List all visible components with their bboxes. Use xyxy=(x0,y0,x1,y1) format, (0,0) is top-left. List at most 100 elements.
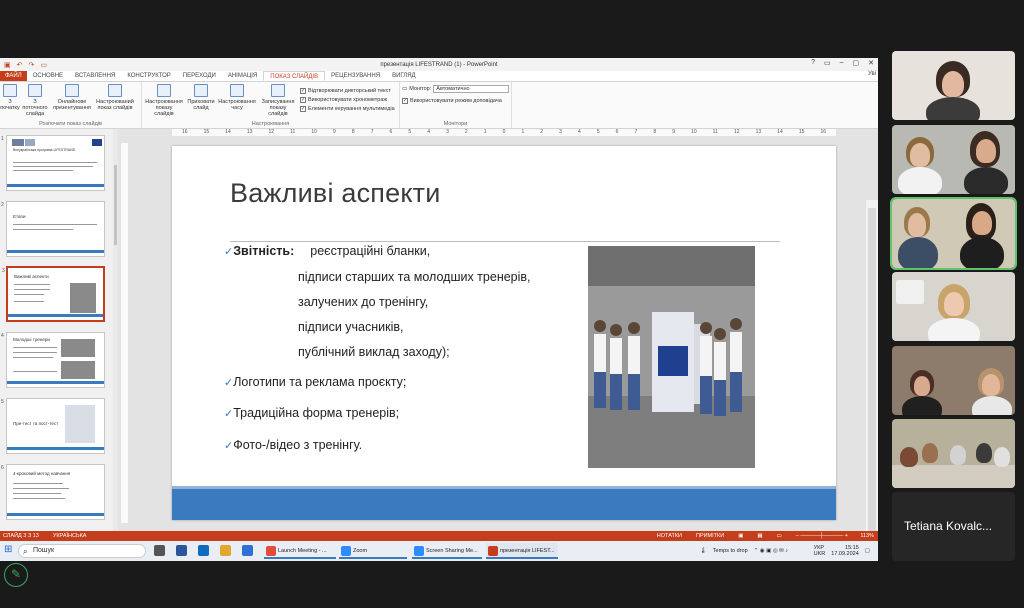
sub-line[interactable]: залучених до тренінгу, xyxy=(298,295,428,309)
tab-animations[interactable]: АНІМАЦІЯ xyxy=(222,71,263,81)
notes-button[interactable]: НОТАТКИ xyxy=(657,533,682,539)
video-tile[interactable] xyxy=(892,51,1015,120)
media-controls-checkbox[interactable]: ✓ Елементи керування мультимедіа xyxy=(300,104,395,113)
tab-home[interactable]: ОСНОВНЕ xyxy=(27,71,69,81)
slide-canvas[interactable]: Важливі аспекти ✓Звітність: реєстраційні … xyxy=(172,146,836,520)
checkmark-icon: ✓ xyxy=(224,408,234,420)
notification-icon[interactable]: ▢ xyxy=(865,548,870,554)
ruler-tick: 12 xyxy=(268,129,275,135)
slide-thumbnail[interactable]: 4 Молодші тренери xyxy=(1,332,105,388)
slide-thumbnail[interactable]: 5 Пре-тест та пост-тест xyxy=(1,398,105,454)
taskbar-search[interactable]: ⌕ Пошук xyxy=(18,544,146,558)
video-tile[interactable] xyxy=(892,419,1015,488)
narrations-checkbox[interactable]: ✓ Відтворювати дикторський текст xyxy=(300,86,395,95)
taskbar-app-powerpoint[interactable]: презентація LIFEST... xyxy=(486,543,558,559)
tray-icons[interactable]: ⌃ ◉ ▣ ◎ ✉ ♪ xyxy=(754,548,808,554)
clock[interactable]: 15:15 17.09.2024 xyxy=(831,545,859,557)
eu-flag-image xyxy=(92,139,102,146)
weather-icon: 🌡 xyxy=(699,548,707,554)
tab-design[interactable]: КОНСТРУКТОР xyxy=(121,71,176,81)
tab-file[interactable]: ФАЙЛ xyxy=(0,71,27,81)
comments-button[interactable]: ПРИМІТКИ xyxy=(696,533,724,539)
user-account[interactable]: Уві xyxy=(868,71,876,77)
ruler-tick: 15 xyxy=(203,129,210,135)
check-icon: ✓ xyxy=(300,87,306,94)
video-tile[interactable] xyxy=(892,272,1015,341)
gallery-divider[interactable] xyxy=(878,58,884,561)
pen-annotate-icon[interactable]: ✎ xyxy=(4,563,28,587)
video-tile-active-speaker[interactable] xyxy=(890,197,1017,270)
tab-slideshow[interactable]: ПОКАЗ СЛАЙДІВ xyxy=(263,71,326,81)
bullet-uniform[interactable]: ✓Традиційна форма тренерів; xyxy=(224,406,399,420)
participant-name-tile[interactable]: Tetiana Kovalc... xyxy=(892,492,1015,561)
tab-view[interactable]: ВИГЛЯД xyxy=(386,71,422,81)
ruler-tick: 5 xyxy=(596,129,600,135)
normal-view-icon[interactable]: ▣ xyxy=(738,533,743,539)
edge-icon[interactable] xyxy=(242,545,253,556)
checkmark-icon: ✓ xyxy=(224,440,234,452)
play-icon xyxy=(3,84,17,97)
sub-line[interactable]: публічний виклад заходу); xyxy=(298,345,450,359)
reading-view-icon[interactable]: ▭ xyxy=(777,533,782,539)
bullet-reporting[interactable]: ✓Звітність: реєстраційні бланки, xyxy=(224,244,430,258)
group-photo[interactable] xyxy=(588,246,755,468)
slide-title[interactable]: Важливі аспекти xyxy=(230,178,440,209)
language-indicator[interactable]: УКРАЇНСЬКА xyxy=(53,533,87,539)
photo-image xyxy=(61,339,95,357)
slide-thumbnail[interactable]: 6 4-кроковий метод навчання xyxy=(1,464,105,520)
monitor-select[interactable]: ▭ Монітор: Автоматично xyxy=(402,84,509,94)
taskbar-app-chrome[interactable]: Launch Meeting - ... xyxy=(264,543,336,559)
logo-image xyxy=(25,139,35,146)
weather-text[interactable]: Temps to drop xyxy=(713,548,748,554)
windows-taskbar: ⊞ ⌕ Пошук Launch Meeting - ... Zoom Scree… xyxy=(0,541,878,561)
ruler-tick: 1 xyxy=(483,129,487,135)
monitor-dropdown[interactable]: Автоматично xyxy=(433,85,509,93)
maximize-button[interactable]: ▢ xyxy=(853,59,860,67)
input-language[interactable]: УКР UKR xyxy=(814,545,826,557)
ruler-tick: 11 xyxy=(712,129,718,135)
ribbon-group-start: З початку З поточного слайда Онлайнове п… xyxy=(0,82,142,128)
timings-checkbox[interactable]: ✓ Використовувати хронометраж xyxy=(300,95,395,104)
ruler-tick: 9 xyxy=(333,129,336,135)
slide-thumbnail-selected[interactable]: 3 Важливі аспекти xyxy=(2,266,105,322)
check-icon: ✓ xyxy=(402,97,408,104)
folder-icon[interactable] xyxy=(220,545,231,556)
zoom-level[interactable]: 113% xyxy=(860,533,874,539)
ruler-tick: 4 xyxy=(577,129,581,135)
group-label: Монітори xyxy=(443,121,468,127)
sorter-view-icon[interactable]: ▦ xyxy=(757,533,762,539)
status-bar: СЛАЙД 3 З 13 УКРАЇНСЬКА НОТАТКИ ПРИМІТКИ… xyxy=(0,531,878,541)
bullet-photo-video[interactable]: ✓Фото-/відео з тренінгу. xyxy=(224,438,362,452)
ruler-tick: 13 xyxy=(246,129,253,135)
slide-scrollbar[interactable] xyxy=(866,200,878,561)
presenter-view-checkbox[interactable]: ✓ Використовувати режим доповідача xyxy=(402,96,509,105)
ruler-tick: 16 xyxy=(820,129,826,135)
slide-counter[interactable]: СЛАЙД 3 З 13 xyxy=(3,533,39,539)
thumbnails-scrollbar[interactable] xyxy=(113,129,118,531)
slide-thumbnail[interactable]: 1 Всеукраїнська програма LIFESTRAND xyxy=(1,135,105,191)
taskbar-app-screen-sharing[interactable]: Screen Sharing Me... xyxy=(412,543,482,559)
sub-line[interactable]: підписи старших та молодших тренерів, xyxy=(298,270,531,284)
windows-start-icon[interactable]: ⊞ xyxy=(4,544,12,555)
shared-screen: ▣ ↶ ↷ ▭ презентація LIFESTRAND (1) - Pow… xyxy=(0,58,878,561)
sub-line[interactable]: підписи учасників, xyxy=(298,320,404,334)
tab-insert[interactable]: ВСТАВЛЕННЯ xyxy=(69,71,121,81)
slide-thumbnail[interactable]: 2 Етапи xyxy=(1,201,105,257)
video-tile[interactable] xyxy=(892,125,1015,194)
taskbar-app-zoom[interactable]: Zoom xyxy=(339,543,407,559)
ribbon-group-monitors: ▭ Монітор: Автоматично ✓ Використовувати ре… xyxy=(400,82,512,128)
app-icon[interactable] xyxy=(176,545,187,556)
close-button[interactable]: ✕ xyxy=(868,59,874,67)
tab-transitions[interactable]: ПЕРЕХОДИ xyxy=(177,71,222,81)
minimize-button[interactable]: – xyxy=(840,59,844,67)
help-button[interactable]: ? xyxy=(811,59,815,67)
bullet-logos[interactable]: ✓Логотипи та реклама проєкту; xyxy=(224,375,406,389)
mail-icon[interactable] xyxy=(198,545,209,556)
ruler-tick: 14 xyxy=(225,129,231,135)
logo-image xyxy=(12,139,24,146)
ribbon-display-button[interactable]: ▭ xyxy=(824,59,831,67)
video-tile[interactable] xyxy=(892,346,1015,415)
task-view-icon[interactable] xyxy=(154,545,165,556)
tab-review[interactable]: РЕЦЕНЗУВАННЯ xyxy=(325,71,386,81)
zoom-slider[interactable]: – ─────┼───── + xyxy=(796,533,848,539)
